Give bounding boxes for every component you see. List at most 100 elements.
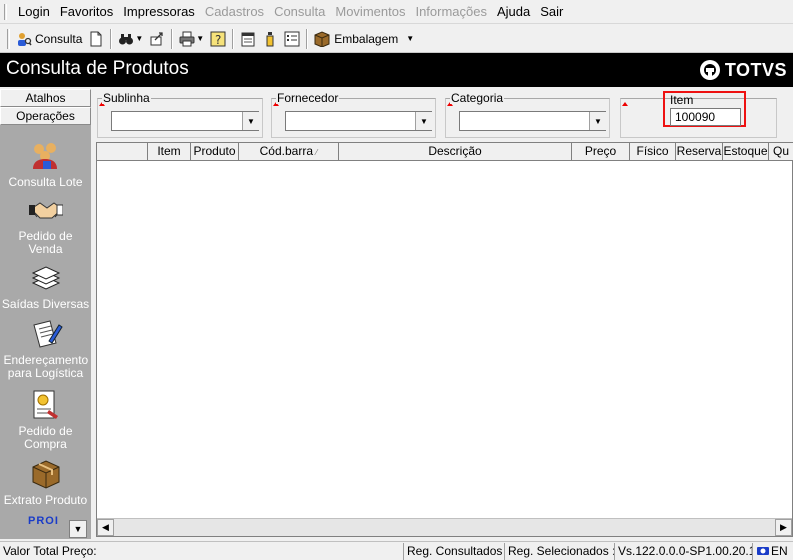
grid-column-label: Produto — [193, 144, 236, 158]
binoculars-icon — [119, 33, 134, 44]
sidebar-item-label: Pedido de Venda — [18, 229, 73, 256]
sidebar-item-label: Saídas Diversas — [1, 297, 90, 311]
sidebar-item-label: Consulta Lote — [8, 175, 83, 189]
sublinha-group: Sublinha ▼ — [97, 92, 263, 138]
list-window-icon — [284, 31, 300, 46]
brand-name: TOTVS — [724, 59, 787, 80]
sidebar-more-item[interactable]: PROI — [28, 515, 59, 527]
menu-favoritos[interactable]: Favoritos — [55, 4, 118, 19]
grid-column-header[interactable]: Qu — [769, 143, 793, 161]
sidebar-item-label: Endereçamento para Logística — [3, 353, 89, 380]
chevron-down-icon: ▼ — [73, 524, 83, 534]
categoria-combo[interactable]: ▼ — [459, 111, 606, 131]
chevron-right-icon: ▶ — [780, 522, 787, 532]
user-search-icon — [18, 32, 32, 46]
export-icon — [150, 31, 163, 45]
grid-column-header[interactable]: Preço — [572, 143, 630, 161]
sidebar-item-extrato-produto[interactable]: Extrato Produto — [0, 457, 91, 507]
toolbar-separator — [110, 28, 113, 49]
fornecedor-combo[interactable]: ▼ — [285, 111, 432, 131]
status-bar: Valor Total Preço: Reg. Consultados : Re… — [0, 541, 793, 560]
menu-ajuda[interactable]: Ajuda — [492, 4, 535, 19]
chevron-down-icon[interactable]: ▼ — [242, 112, 259, 130]
grid-column-header[interactable]: Físico — [630, 143, 676, 161]
list-button[interactable] — [281, 28, 303, 50]
grid-column-header[interactable]: Item — [148, 143, 191, 161]
grid-column-label: Estoque — [723, 144, 768, 158]
grid-column-header[interactable]: Reserva — [676, 143, 723, 161]
sidebar-item-pedido-de-compra[interactable]: Pedido de Compra — [0, 388, 91, 451]
scroll-left-button[interactable]: ◀ — [97, 519, 114, 536]
grid-column-label: Descrição — [428, 144, 482, 158]
menu-impressoras[interactable]: Impressoras — [118, 4, 200, 19]
grid-column-header[interactable]: Estoque — [723, 143, 769, 161]
toolbar-grip — [7, 28, 10, 49]
document-pen-icon — [32, 320, 63, 348]
sidebar: Atalhos Operações Consulta Lote Pedido d… — [0, 89, 91, 539]
sidebar-item-enderecamento[interactable]: Endereçamento para Logística — [0, 317, 91, 380]
grid-column-label: Qu — [772, 144, 789, 158]
bottle-icon — [266, 31, 274, 46]
consulta-label: Consulta — [35, 31, 83, 46]
paper-stack-icon — [31, 266, 60, 290]
new-document-icon — [90, 31, 102, 46]
page-title: Consulta de Produtos — [6, 58, 189, 79]
chevron-down-icon[interactable]: ▼ — [589, 112, 606, 130]
status-valor-total: Valor Total Preço: — [3, 543, 97, 558]
categoria-group: Categoria ▼ — [445, 92, 610, 138]
products-grid: Item Produto Cód.barra ⁄ Descrição Preço Físic… — [96, 142, 793, 537]
grid-header: Item Produto Cód.barra ⁄ Descrição Preço Físic… — [97, 143, 793, 161]
calendar-icon — [241, 32, 255, 46]
totvs-logo-icon — [699, 60, 720, 80]
print-button[interactable]: ▼ — [176, 28, 207, 50]
grid-column-label: Cód.barra — [259, 144, 314, 158]
item-input[interactable]: 100090 — [670, 108, 741, 126]
sublinha-combo[interactable]: ▼ — [111, 111, 259, 131]
sidebar-scroll-down-button[interactable]: ▼ — [69, 520, 87, 538]
scroll-right-button[interactable]: ▶ — [775, 519, 792, 536]
help-button[interactable]: ? — [207, 28, 229, 50]
grid-column-header[interactable]: Produto — [191, 143, 239, 161]
chevron-down-icon[interactable]: ▼ — [415, 112, 432, 130]
grid-column-label: Preço — [584, 144, 617, 158]
grid-column-label: Reserva — [676, 144, 722, 158]
status-version: Vs.122.0.0.0-SP1.00.20.13 — [614, 542, 752, 560]
calendar-button[interactable] — [237, 28, 259, 50]
grid-column-header[interactable]: Descrição — [339, 143, 572, 161]
page-header: Consulta de Produtos TOTVS — [0, 53, 793, 87]
tab-atalhos[interactable]: Atalhos — [0, 89, 91, 107]
chevron-left-icon: ◀ — [102, 522, 109, 532]
sort-indicator-icon: ⁄ — [316, 148, 318, 157]
chevron-down-icon[interactable]: ▼ — [196, 34, 204, 43]
sidebar-item-saidas-diversas[interactable]: Saídas Diversas — [0, 261, 91, 311]
find-button[interactable]: ▼ — [115, 28, 146, 50]
sidebar-item-consulta-lote[interactable]: Consulta Lote — [0, 139, 91, 189]
tab-operacoes[interactable]: Operações — [0, 107, 91, 125]
embalagem-button[interactable]: Embalagem ▼ — [311, 28, 417, 50]
horizontal-scrollbar[interactable]: ◀ ▶ — [97, 518, 792, 536]
fornecedor-group: Fornecedor ▼ — [271, 92, 436, 138]
export-button[interactable] — [146, 28, 168, 50]
status-reg-selecionados: Reg. Selecionados : — [504, 542, 614, 560]
consulta-button[interactable]: Consulta — [13, 28, 85, 50]
totvs-logo: TOTVS — [699, 59, 787, 81]
grid-column-header[interactable] — [97, 143, 148, 161]
bottle-button[interactable] — [259, 28, 281, 50]
sidebar-item-label: Pedido de Compra — [18, 424, 73, 451]
sidebar-item-pedido-de-venda[interactable]: Pedido de Venda — [0, 193, 91, 256]
keyboard-language-icon — [757, 547, 769, 555]
new-document-button[interactable] — [85, 28, 107, 50]
box-icon — [32, 460, 59, 489]
chevron-down-icon[interactable]: ▼ — [135, 34, 143, 43]
fornecedor-label: Fornecedor — [276, 91, 340, 105]
grid-column-header[interactable]: Cód.barra ⁄ — [239, 143, 339, 161]
menu-cadastros: Cadastros — [204, 4, 265, 19]
item-highlight-box: Item 100090 — [663, 91, 746, 127]
status-language: EN — [752, 542, 793, 560]
sidebar-item-label: Extrato Produto — [3, 493, 88, 507]
menu-sair[interactable]: Sair — [535, 4, 568, 19]
menu-login[interactable]: Login — [13, 4, 55, 19]
status-reg-consultados: Reg. Consultados : — [403, 542, 504, 560]
chevron-down-icon[interactable]: ▼ — [406, 34, 414, 43]
item-label: Item — [670, 93, 694, 107]
